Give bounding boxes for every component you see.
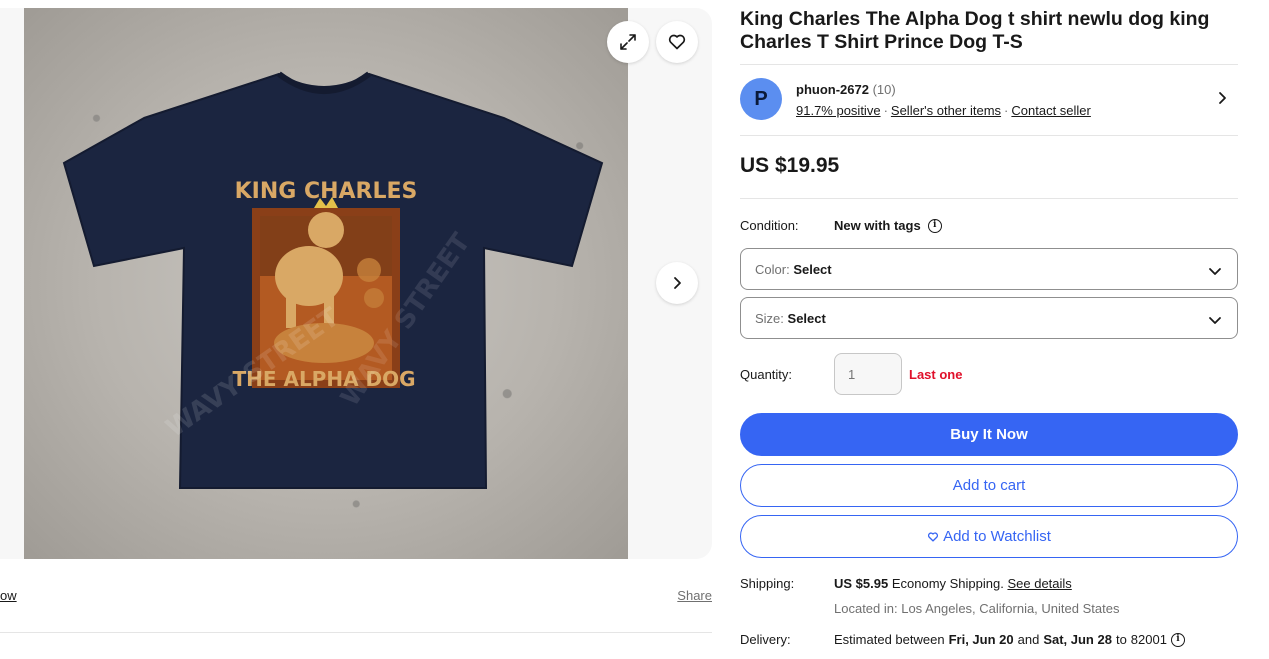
delivery-label: Delivery:	[740, 632, 791, 647]
positive-feedback-link[interactable]: 91.7% positive	[796, 103, 881, 118]
delivery-value: Estimated between Fri, Jun 20 and Sat, J…	[834, 632, 1185, 647]
delivery-zip: 82001	[1130, 632, 1167, 647]
seller-card[interactable]: P phuon-2672 (10) 91.7% positive · Seller'…	[740, 78, 1238, 122]
shirt-print-top: KING CHARLES	[235, 179, 418, 204]
see-details-link[interactable]: See details	[1007, 576, 1071, 591]
separator: ·	[1004, 103, 1009, 118]
delivery-start: Fri, Jun 20	[948, 632, 1014, 647]
chevron-down-icon	[1209, 268, 1221, 275]
chevron-down-icon	[1209, 317, 1221, 324]
shipping-label: Shipping:	[740, 576, 795, 591]
avatar: P	[740, 78, 782, 120]
chevron-right-icon	[674, 277, 681, 289]
divider	[0, 632, 712, 633]
shipping-method: Economy Shipping.	[891, 576, 1004, 591]
info-icon[interactable]: i	[927, 218, 942, 233]
delivery-end: Sat, Jun 28	[1043, 632, 1112, 647]
condition-text: New with tags	[834, 218, 921, 233]
seller-links: 91.7% positive · Seller's other items · Cont…	[796, 103, 1091, 118]
image-gallery: KING CHARLES THE ALPHA DOG WAVY STREET W…	[0, 8, 712, 559]
share-link[interactable]: Share	[677, 588, 712, 603]
stock-note: Last one	[909, 367, 963, 382]
heart-icon	[927, 531, 939, 543]
size-select[interactable]: Size: Select	[740, 297, 1238, 339]
contact-seller-link[interactable]: Contact seller	[1011, 103, 1090, 118]
seller-other-items-link[interactable]: Seller's other items	[891, 103, 1001, 118]
delivery-to: to	[1115, 632, 1127, 647]
product-title: King Charles The Alpha Dog t shirt newlu…	[740, 8, 1210, 53]
product-photo[interactable]: KING CHARLES THE ALPHA DOG WAVY STREET W…	[24, 8, 628, 559]
watch-button[interactable]	[656, 21, 698, 63]
condition-label: Condition:	[740, 218, 799, 233]
condition-value: New with tags i	[834, 218, 942, 233]
color-select[interactable]: Color: Select	[740, 248, 1238, 290]
quantity-input[interactable]	[834, 353, 902, 395]
shipping-cost: US $5.95	[834, 576, 889, 591]
seller-name[interactable]: phuon-2672 (10)	[796, 82, 896, 97]
expand-icon	[620, 34, 636, 50]
truncated-link[interactable]: ow	[0, 588, 17, 603]
color-select-label: Color: Select	[755, 262, 832, 277]
next-image-button[interactable]	[656, 262, 698, 304]
seller-username: phuon-2672	[796, 82, 869, 97]
separator: ·	[883, 103, 888, 118]
info-icon[interactable]: i	[1170, 632, 1185, 647]
heart-icon	[668, 34, 686, 50]
divider	[740, 64, 1238, 65]
price: US $19.95	[740, 154, 840, 177]
delivery-and: and	[1017, 632, 1040, 647]
buy-it-now-button[interactable]: Buy It Now	[740, 413, 1238, 456]
delivery-prefix: Estimated between	[834, 632, 945, 647]
watchlist-label: Add to Watchlist	[943, 528, 1051, 545]
chevron-right-icon[interactable]	[1214, 90, 1230, 106]
quantity-label: Quantity:	[740, 367, 793, 382]
add-to-watchlist-button[interactable]: Add to Watchlist	[740, 515, 1238, 558]
seller-feedback-count: (10)	[872, 82, 896, 97]
size-select-label: Size: Select	[755, 311, 826, 326]
shipping-value: US $5.95 Economy Shipping. See details	[834, 576, 1072, 591]
add-to-cart-button[interactable]: Add to cart	[740, 464, 1238, 507]
divider	[740, 135, 1238, 136]
tshirt-illustration: KING CHARLES THE ALPHA DOG WAVY STREET W…	[62, 71, 604, 489]
item-location: Located in: Los Angeles, California, Uni…	[834, 601, 1120, 616]
divider	[740, 198, 1238, 199]
expand-button[interactable]	[607, 21, 649, 63]
